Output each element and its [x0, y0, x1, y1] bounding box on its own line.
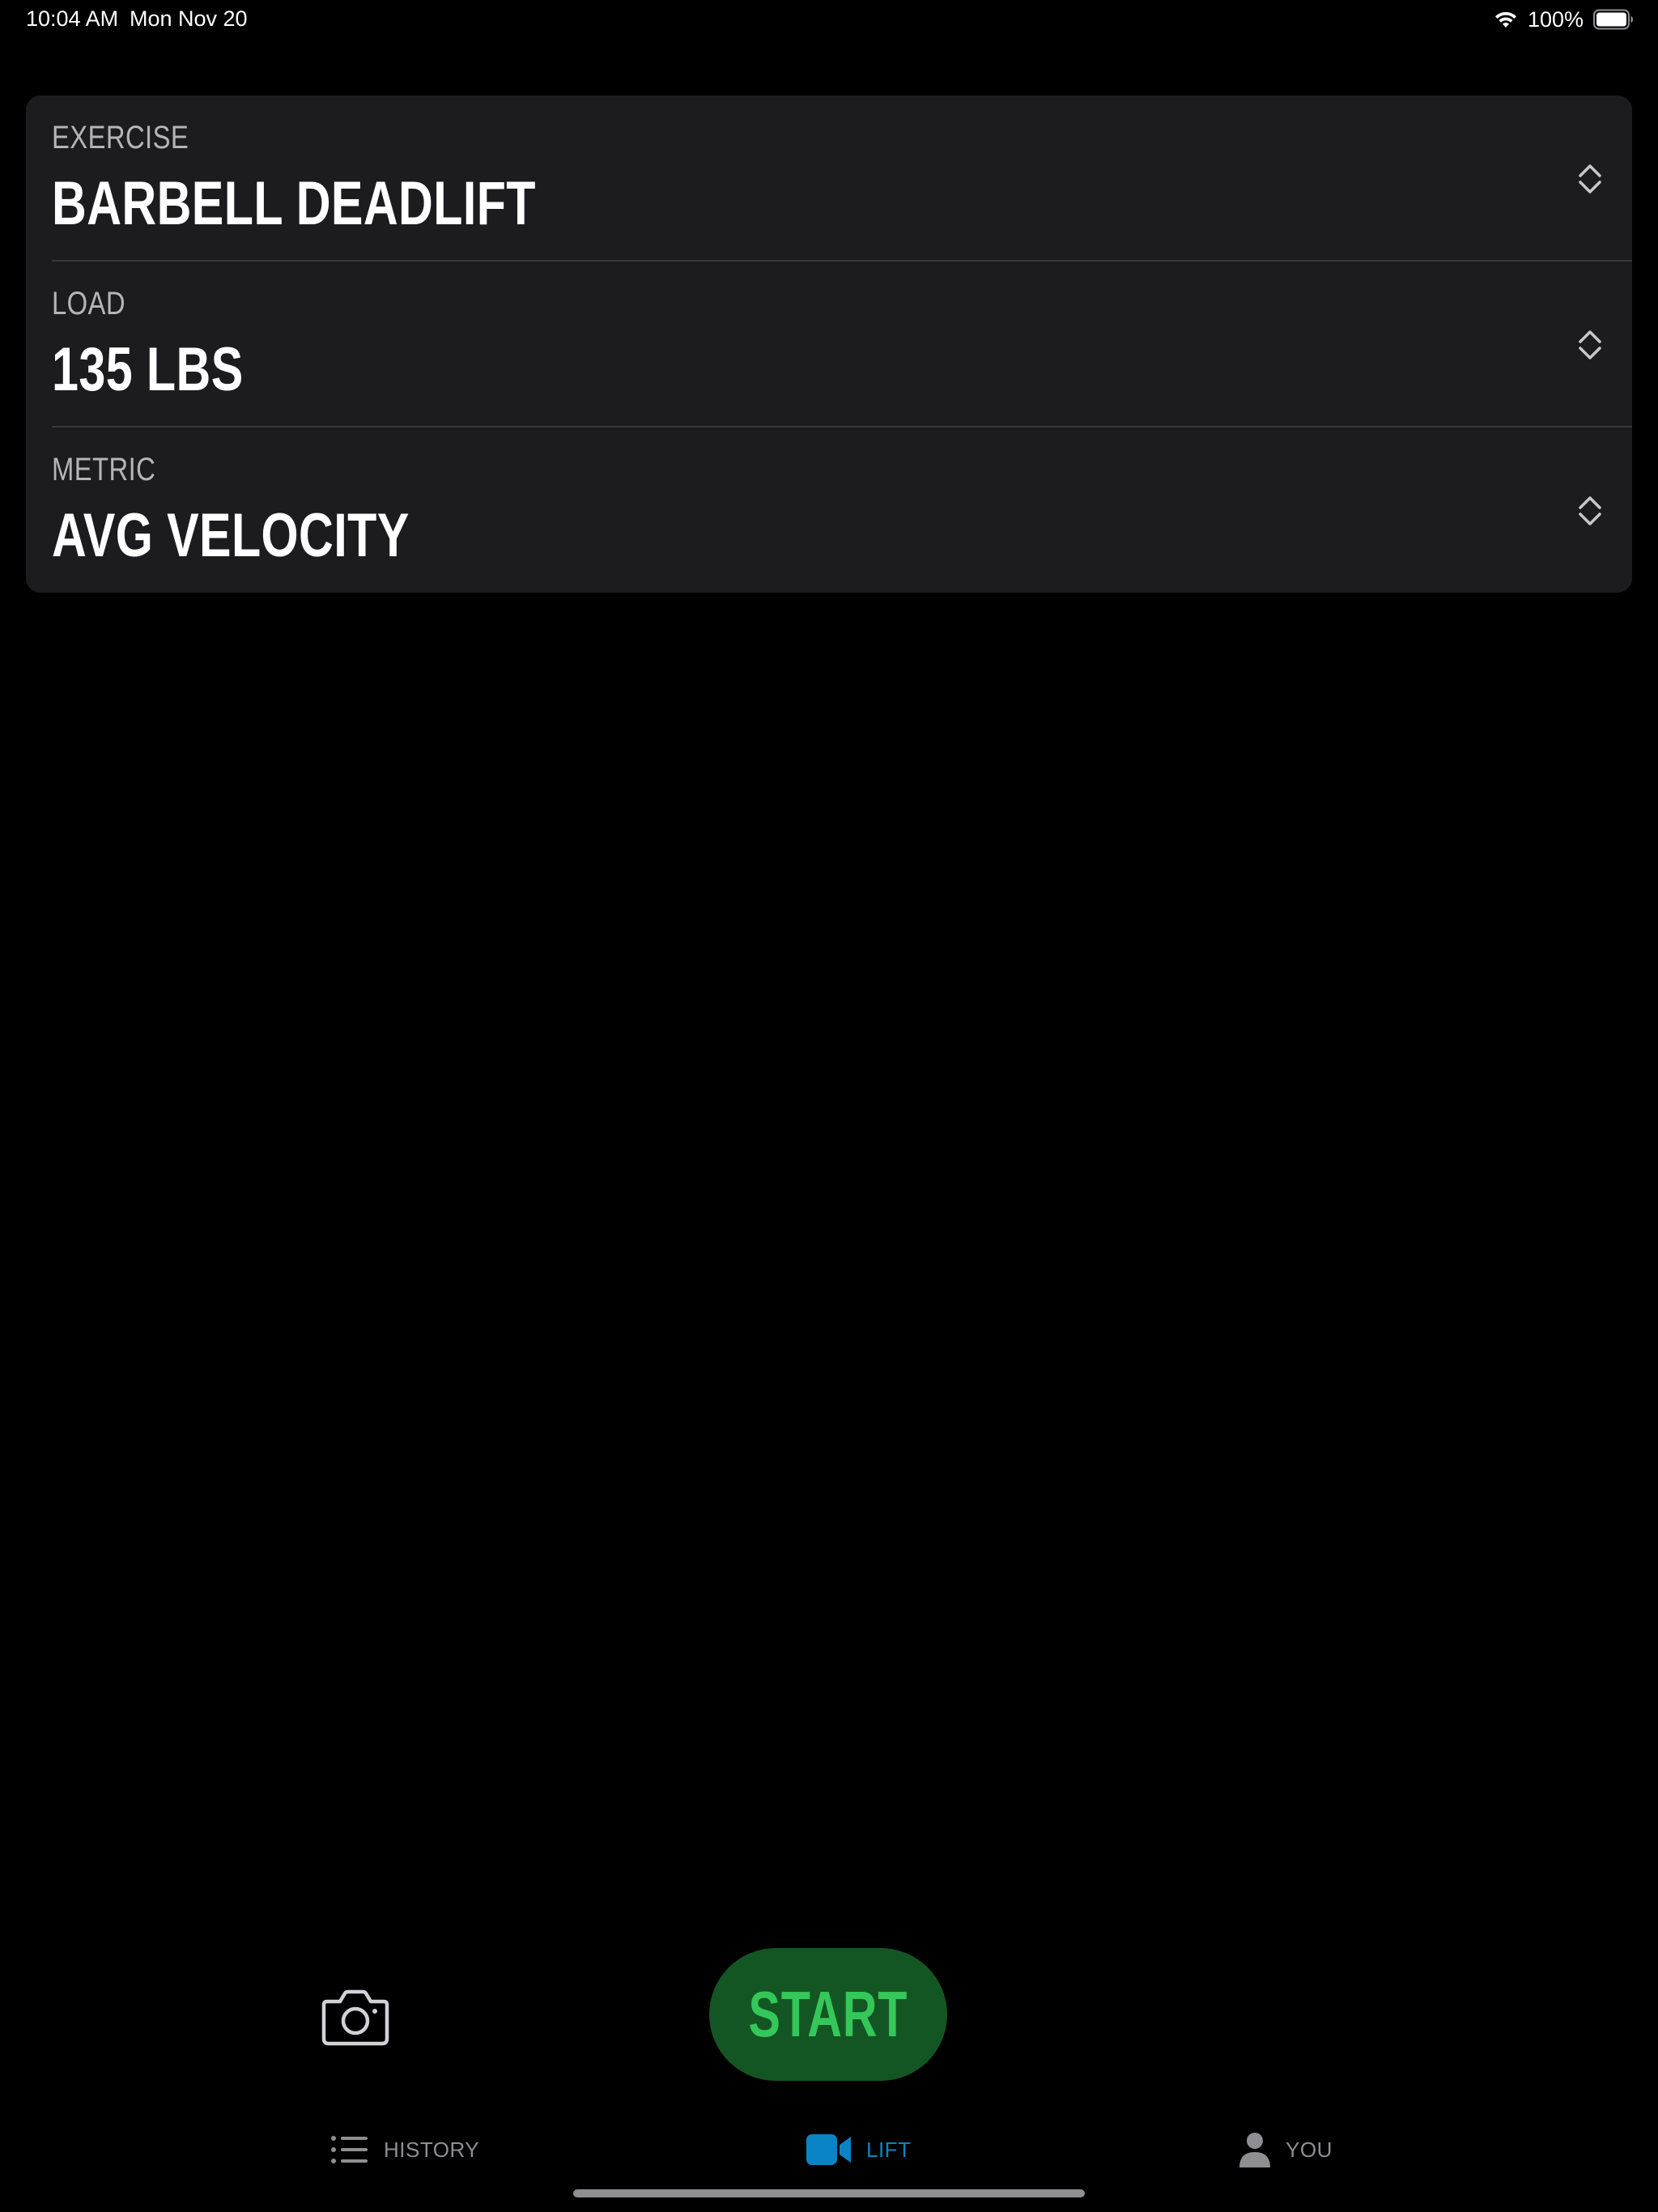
tab-history[interactable]: HISTORY [330, 2129, 479, 2170]
metric-value: AVG VELOCITY [52, 501, 410, 570]
chevron-up-down-icon[interactable] [1574, 160, 1606, 198]
battery-percent: 100% [1527, 6, 1584, 32]
status-indicators: 100% [1494, 5, 1634, 34]
load-selector-row[interactable]: LOAD 135 LBS [26, 262, 1632, 427]
chevron-up-down-icon[interactable] [1574, 326, 1606, 364]
status-bar: 10:04 AM Mon Nov 20 100% [0, 0, 1658, 39]
tab-you[interactable]: YOU [1239, 2129, 1333, 2170]
load-label: LOAD [52, 286, 125, 321]
start-label: START [748, 1978, 908, 2050]
home-indicator[interactable] [573, 2189, 1085, 2197]
tab-lift-label: LIFT [866, 2137, 912, 2162]
load-value: 135 LBS [52, 335, 244, 404]
start-button[interactable]: START [709, 1948, 947, 2081]
wifi-icon [1494, 11, 1516, 28]
tab-lift[interactable]: LIFT [806, 2129, 911, 2170]
status-time: 10:04 AM [26, 6, 119, 31]
video-camera-icon [806, 2134, 851, 2165]
exercise-value: BARBELL DEADLIFT [52, 169, 536, 238]
exercise-selector-row[interactable]: EXERCISE BARBELL DEADLIFT [26, 96, 1632, 261]
camera-icon[interactable] [321, 1984, 390, 2048]
exercise-label: EXERCISE [52, 120, 189, 155]
metric-label: METRIC [52, 452, 156, 487]
tab-you-label: YOU [1286, 2137, 1333, 2162]
status-date: Mon Nov 20 [130, 6, 248, 31]
metric-selector-row[interactable]: METRIC AVG VELOCITY [26, 428, 1632, 593]
person-icon [1239, 2133, 1270, 2167]
chevron-up-down-icon[interactable] [1574, 492, 1606, 530]
list-icon [331, 2136, 368, 2163]
battery-icon [1593, 9, 1633, 30]
tab-history-label: HISTORY [384, 2137, 480, 2162]
lift-settings-card: EXERCISE BARBELL DEADLIFT LOAD 135 LBS M… [26, 96, 1632, 593]
